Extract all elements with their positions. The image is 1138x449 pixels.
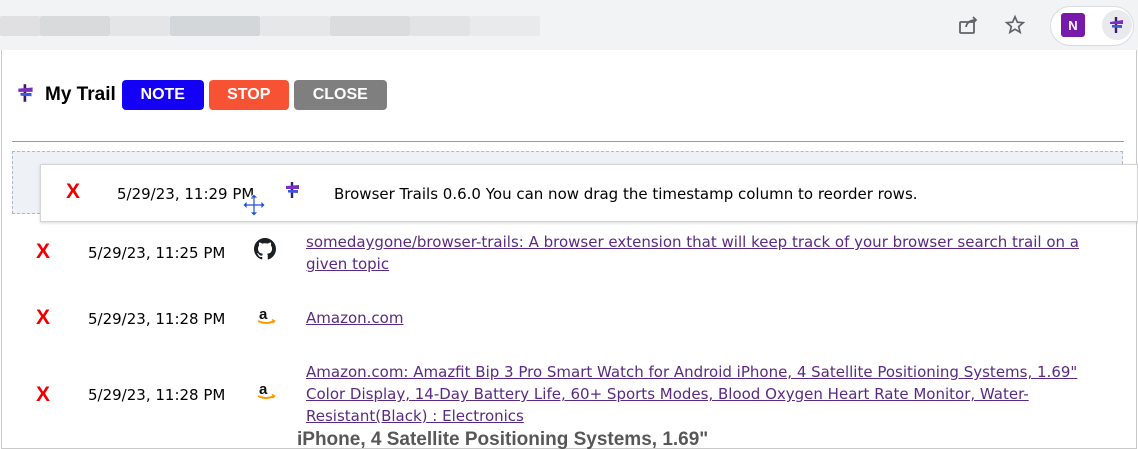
amazon-icon: a — [255, 305, 277, 331]
row-timestamp[interactable]: 5/29/23, 11:28 PM — [88, 310, 225, 328]
row-timestamp[interactable]: 5/29/23, 11:25 PM — [88, 244, 225, 262]
trail-row-dragging[interactable]: X 5/29/23, 11:29 PM Browser Trails 0.6.0… — [40, 164, 1138, 222]
note-button[interactable]: NOTE — [121, 80, 204, 110]
header-divider — [12, 141, 1124, 142]
popup-header: My Trail NOTE STOP CLOSE — [15, 80, 392, 110]
delete-row-button[interactable]: X — [63, 180, 83, 204]
trail-logo-icon — [15, 82, 37, 108]
trail-link[interactable]: somedaygone/browser-trails: A browser ex… — [306, 231, 1096, 275]
row-timestamp[interactable]: 5/29/23, 11:29 PM — [117, 185, 254, 203]
delete-row-button[interactable]: X — [33, 306, 53, 330]
github-icon — [254, 238, 276, 264]
trail-link[interactable]: Amazon.com: Amazfit Bip 3 Pro Smart Watc… — [306, 361, 1106, 427]
onenote-icon[interactable]: N — [1061, 13, 1085, 37]
stop-button[interactable]: STOP — [208, 80, 289, 110]
amazon-icon: a — [255, 380, 277, 406]
background-page-text: iPhone, 4 Satellite Positioning Systems,… — [297, 429, 709, 449]
share-icon[interactable] — [953, 10, 983, 40]
move-cursor-icon — [242, 193, 266, 221]
delete-row-button[interactable]: X — [33, 240, 53, 264]
trail-icon — [283, 180, 303, 204]
svg-text:a: a — [259, 381, 268, 398]
note-text: Browser Trails 0.6.0 You can now drag th… — [334, 185, 918, 203]
popup-title: My Trail — [45, 84, 116, 105]
svg-text:a: a — [259, 306, 268, 323]
close-button[interactable]: CLOSE — [293, 80, 387, 110]
row-timestamp[interactable]: 5/29/23, 11:28 PM — [88, 386, 225, 404]
trail-link[interactable]: Amazon.com — [306, 307, 403, 329]
delete-row-button[interactable]: X — [33, 383, 53, 407]
trail-extension-icon[interactable] — [1102, 10, 1132, 40]
star-icon[interactable] — [1000, 10, 1030, 40]
address-bar[interactable] — [0, 6, 946, 46]
browser-toolbar: N — [0, 0, 1138, 50]
